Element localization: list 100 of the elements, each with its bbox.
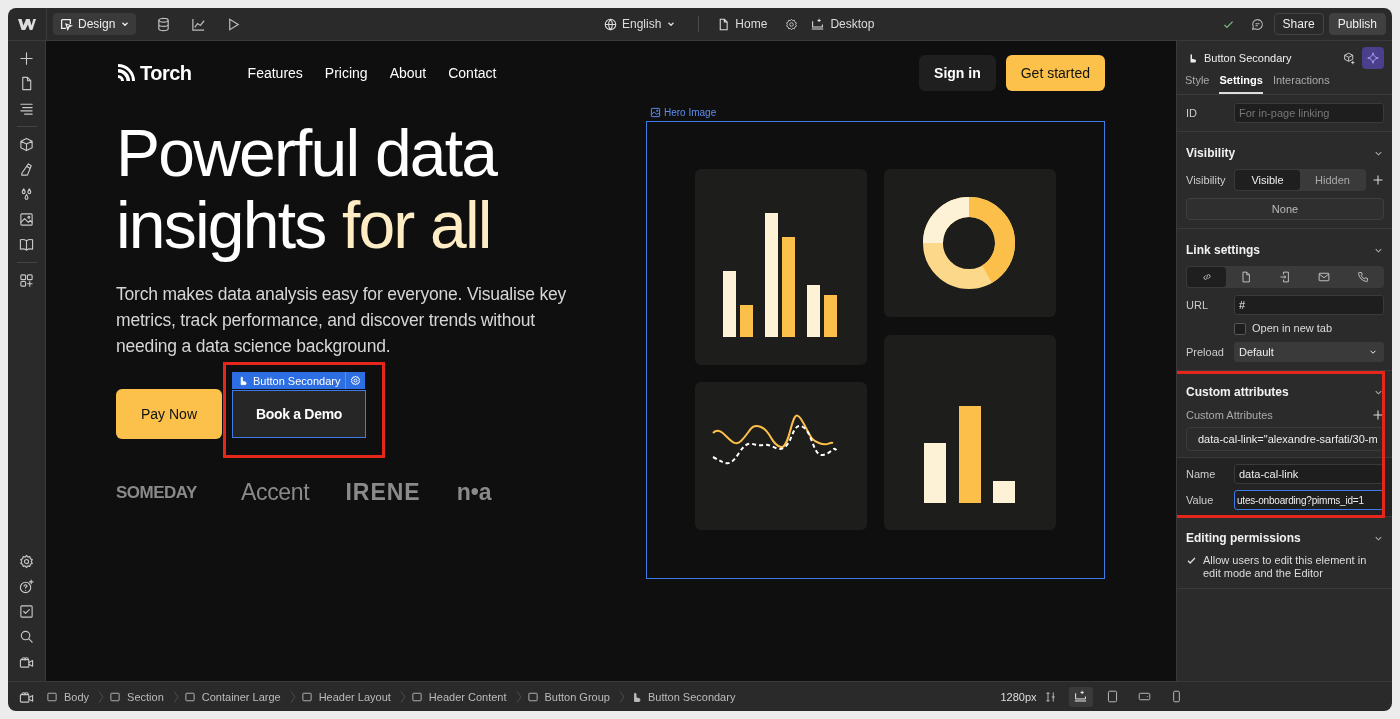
settings-icon[interactable] [19, 554, 34, 569]
desktop-icon [810, 17, 826, 31]
phone-icon [1357, 271, 1370, 283]
book-demo-button[interactable]: Book a Demo [232, 390, 366, 438]
canvas-width: 1280px [1000, 690, 1037, 703]
link-icon [1200, 271, 1213, 283]
sign-in-button[interactable]: Sign in [919, 55, 996, 91]
breadcrumb-item[interactable]: Body [46, 690, 90, 703]
section-title[interactable]: Visibility [1186, 146, 1236, 160]
checkbox-label: Open in new tab [1252, 322, 1333, 335]
panel-tab[interactable]: Style [1185, 70, 1210, 94]
database-icon[interactable] [156, 16, 172, 32]
checkmark-icon[interactable] [1186, 555, 1197, 566]
pay-now-button[interactable]: Pay Now [116, 389, 222, 439]
section-title[interactable]: Custom attributes [1186, 385, 1289, 399]
apps-icon[interactable] [19, 273, 34, 288]
square-icon [109, 690, 122, 703]
breadcrumb-item[interactable]: Container Large [183, 690, 281, 703]
panel-tab[interactable]: Settings [1219, 70, 1263, 94]
nav-link[interactable]: Pricing [324, 65, 368, 81]
square-icon [300, 690, 313, 703]
settings-icon[interactable] [785, 17, 799, 31]
breadcrumb-item[interactable]: Button Secondary [629, 690, 736, 703]
section-icon [1279, 271, 1291, 283]
cursor-icon [59, 17, 73, 31]
play-icon[interactable] [226, 16, 242, 32]
breadcrumb-item[interactable]: Button Group [526, 690, 610, 703]
nav-link[interactable]: Features [247, 65, 303, 81]
book-icon[interactable] [19, 237, 34, 252]
add-icon[interactable] [19, 51, 34, 66]
add-icon[interactable] [1372, 174, 1384, 186]
landscape-icon [1138, 690, 1151, 703]
section-title[interactable]: Link settings [1186, 243, 1260, 257]
image-icon[interactable] [19, 212, 34, 227]
video-icon[interactable] [19, 689, 34, 704]
nav-link[interactable]: Contact [448, 65, 497, 81]
breadcrumb-item[interactable]: Header Content [410, 690, 507, 703]
square-icon [183, 690, 196, 703]
element-label: Hero Image [650, 107, 717, 118]
selection-label[interactable]: Button Secondary [232, 372, 366, 389]
field-label: Preload [1186, 346, 1225, 358]
desktop-icon [1074, 690, 1087, 703]
design-mode-button[interactable]: Design [53, 13, 137, 35]
partner-logo: SOMEDAY [116, 482, 197, 503]
checkbox-label: Allow users to edit this element in edit mode and the Editor [1203, 554, 1368, 580]
breadcrumb-item[interactable]: Header Layout [300, 690, 391, 703]
share-button[interactable]: Share [1273, 13, 1324, 35]
value-input-field[interactable]: utes-onboarding?pimms_id=1 [1234, 490, 1384, 510]
square-icon [410, 690, 423, 703]
id-input-field[interactable]: For in-page linking [1234, 103, 1384, 123]
page-icon [1239, 271, 1252, 283]
visibility-option[interactable]: Hidden [1300, 170, 1365, 190]
search-icon[interactable] [19, 629, 34, 644]
visibility-option[interactable]: Visible [1235, 170, 1300, 190]
field-label: Name [1186, 468, 1217, 480]
paint-icon[interactable] [19, 162, 34, 177]
component-icon[interactable] [1343, 51, 1356, 65]
partner-logo: Accent [240, 479, 310, 506]
sparkle-icon [1367, 52, 1379, 64]
resize-icon[interactable] [1044, 690, 1057, 703]
language-dropdown[interactable]: English [604, 17, 677, 31]
ai-assistant-button[interactable] [1362, 47, 1384, 69]
page-icon [717, 17, 731, 31]
comment-icon[interactable] [1250, 17, 1264, 31]
panel-tab[interactable]: Interactions [1272, 70, 1330, 94]
page-icon[interactable] [19, 76, 34, 91]
partner-logo: n•a [456, 479, 492, 506]
tablet-icon [1106, 690, 1119, 703]
drops-icon[interactable] [19, 187, 34, 202]
globe-icon [604, 17, 617, 31]
add-icon[interactable] [1372, 409, 1384, 421]
nav-link[interactable]: About [389, 65, 427, 81]
breadcrumb-item[interactable]: Section [109, 690, 164, 703]
desktop-device-button[interactable] [1068, 686, 1093, 707]
field-label: Visibility [1186, 174, 1227, 186]
checkbox-icon[interactable] [19, 604, 34, 619]
help-icon[interactable] [19, 579, 34, 594]
video-icon[interactable] [19, 654, 34, 669]
preload-dropdown[interactable]: Default [1234, 342, 1384, 362]
page-selector[interactable]: Home [717, 17, 768, 31]
partner-logo: IRENE [345, 479, 421, 506]
checkbox[interactable] [1234, 322, 1246, 335]
cube-icon[interactable] [19, 137, 34, 152]
field-label: Value [1186, 494, 1215, 506]
mail-icon [1318, 271, 1331, 283]
section-title[interactable]: Editing permissions [1186, 531, 1301, 545]
breakpoint-selector[interactable]: Desktop [810, 17, 875, 31]
brand-name[interactable]: Torch [140, 61, 192, 85]
hero-description: Torch makes data analysis easy for everyone. Visualise key metrics, track performance, and discover trends without needing a data science background. [116, 283, 568, 358]
url-input-field[interactable]: # [1234, 295, 1384, 315]
torch-logo-icon[interactable] [116, 63, 136, 83]
get-started-button[interactable]: Get started [1005, 55, 1105, 91]
square-icon [526, 690, 539, 703]
navigator-icon[interactable] [19, 101, 34, 116]
name-input-field[interactable]: data-cal-link [1234, 464, 1384, 484]
selected-element-name: Button Secondary [1186, 52, 1337, 64]
chart-icon[interactable] [191, 16, 207, 32]
condition-button[interactable]: None [1186, 198, 1384, 220]
publish-button[interactable]: Publish [1328, 13, 1386, 35]
image-icon [650, 107, 661, 118]
